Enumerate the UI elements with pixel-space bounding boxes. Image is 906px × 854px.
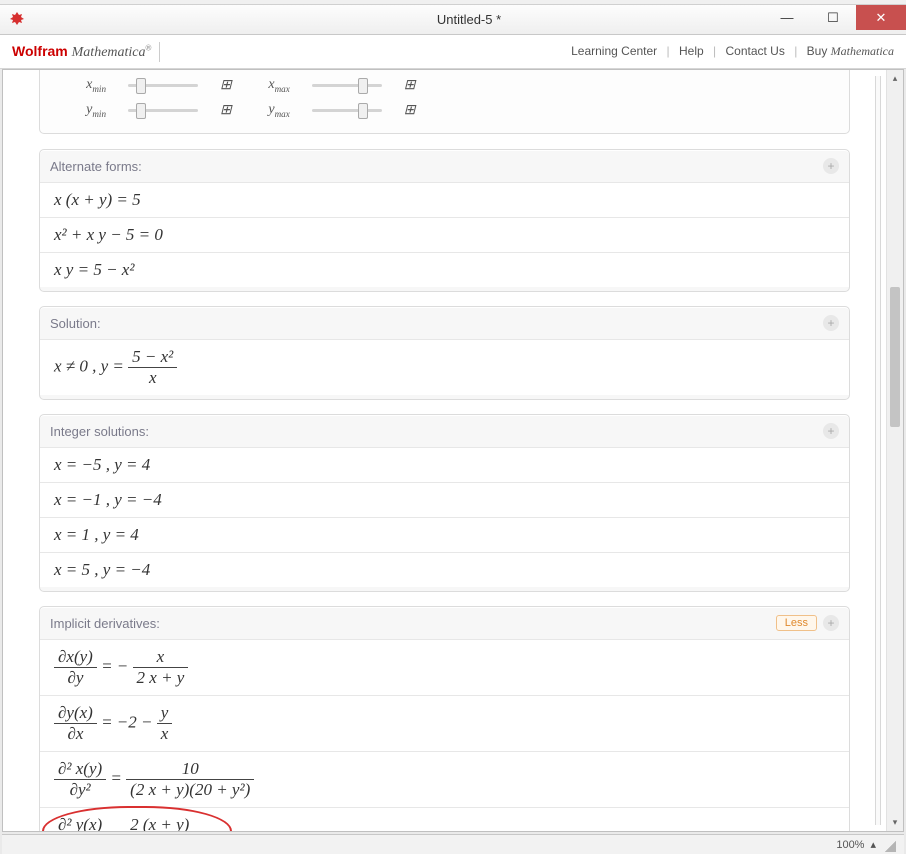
ymax-expand-icon[interactable]: ⊞ [404, 102, 416, 119]
link-contact-us[interactable]: Contact Us [725, 44, 784, 58]
notebook-scroll: xmin ⊞ xmax ⊞ ymin ⊞ ymax ⊞ Alternate fo… [3, 70, 886, 831]
implicit-derivative-row: ∂² y(x)∂x² = 2 (x + y)x² [40, 807, 849, 831]
ymin-label: ymin [70, 102, 106, 119]
brand-divider [159, 42, 160, 62]
pod-title: Implicit derivatives: [50, 616, 776, 631]
pod-title: Alternate forms: [50, 159, 823, 174]
implicit-derivative-row: ∂x(y)∂y = − x2 x + y [40, 639, 849, 695]
integer-solution-row: x = 5 , y = −4 [40, 552, 849, 587]
pod-expand-icon[interactable]: + [823, 615, 839, 631]
pod-implicit-derivatives: Implicit derivatives: Less + ∂x(y)∂y = −… [39, 606, 850, 831]
brand: Wolfram Mathematica® [12, 43, 151, 61]
zoom-level[interactable]: 100% [836, 839, 864, 851]
app-icon [8, 11, 26, 29]
minimize-button[interactable]: — [764, 5, 810, 30]
alternate-form-row: x y = 5 − x² [40, 252, 849, 287]
scroll-thumb[interactable] [890, 287, 900, 427]
link-buy-mathematica[interactable]: Buy Mathematica [807, 44, 894, 58]
maximize-button[interactable]: ☐ [810, 5, 856, 30]
less-button[interactable]: Less [776, 615, 817, 631]
alternate-form-row: x (x + y) = 5 [40, 182, 849, 217]
brand-wolfram: Wolfram [12, 43, 68, 59]
integer-solution-row: x = −1 , y = −4 [40, 482, 849, 517]
pod-title: Integer solutions: [50, 424, 823, 439]
ymax-slider[interactable] [312, 104, 382, 118]
plot-range-controls: xmin ⊞ xmax ⊞ ymin ⊞ ymax ⊞ [39, 70, 850, 134]
pod-expand-icon[interactable]: + [823, 158, 839, 174]
xmax-expand-icon[interactable]: ⊞ [404, 77, 416, 94]
integer-solution-row: x = −5 , y = 4 [40, 447, 849, 482]
alternate-form-row: x² + x y − 5 = 0 [40, 217, 849, 252]
xmax-label: xmax [254, 77, 290, 94]
implicit-derivative-row: ∂y(x)∂x = −2 − yx [40, 695, 849, 751]
ymax-label: ymax [254, 102, 290, 119]
pod-expand-icon[interactable]: + [823, 315, 839, 331]
document-area: xmin ⊞ xmax ⊞ ymin ⊞ ymax ⊞ Alternate fo… [2, 69, 904, 832]
scroll-down-icon[interactable]: ▾ [887, 814, 903, 831]
pod-integer-solutions: Integer solutions: + x = −5 , y = 4 x = … [39, 414, 850, 592]
xmin-slider[interactable] [128, 79, 198, 93]
top-links: Learning Center | Help | Contact Us | Bu… [571, 44, 894, 59]
integer-solution-row: x = 1 , y = 4 [40, 517, 849, 552]
brand-mathematica: Mathematica [72, 45, 146, 60]
pod-solution: Solution: + x ≠ 0 , y = 5 − x² x [39, 306, 850, 400]
vertical-scrollbar[interactable]: ▴ ▾ [886, 70, 903, 831]
link-help[interactable]: Help [679, 44, 704, 58]
pod-title: Solution: [50, 316, 823, 331]
pod-expand-icon[interactable]: + [823, 423, 839, 439]
xmin-label: xmin [70, 77, 106, 94]
implicit-derivative-row: ∂² x(y)∂y² = 10(2 x + y)(20 + y²) [40, 751, 849, 807]
resize-grip[interactable] [882, 838, 896, 852]
ymin-slider[interactable] [128, 104, 198, 118]
solution-row: x ≠ 0 , y = 5 − x² x [40, 339, 849, 395]
scroll-up-icon[interactable]: ▴ [887, 70, 903, 87]
titlebar: Untitled-5 * — ☐ ✕ [0, 5, 906, 35]
xmin-expand-icon[interactable]: ⊞ [220, 77, 232, 94]
product-bar: Wolfram Mathematica® Learning Center | H… [0, 35, 906, 69]
xmax-slider[interactable] [312, 79, 382, 93]
status-bar: 100% ▴ [2, 834, 904, 854]
link-learning-center[interactable]: Learning Center [571, 44, 657, 58]
zoom-up-icon[interactable]: ▴ [870, 838, 876, 851]
close-button[interactable]: ✕ [856, 5, 906, 30]
ymin-expand-icon[interactable]: ⊞ [220, 102, 232, 119]
pod-alternate-forms: Alternate forms: + x (x + y) = 5 x² + x … [39, 149, 850, 292]
